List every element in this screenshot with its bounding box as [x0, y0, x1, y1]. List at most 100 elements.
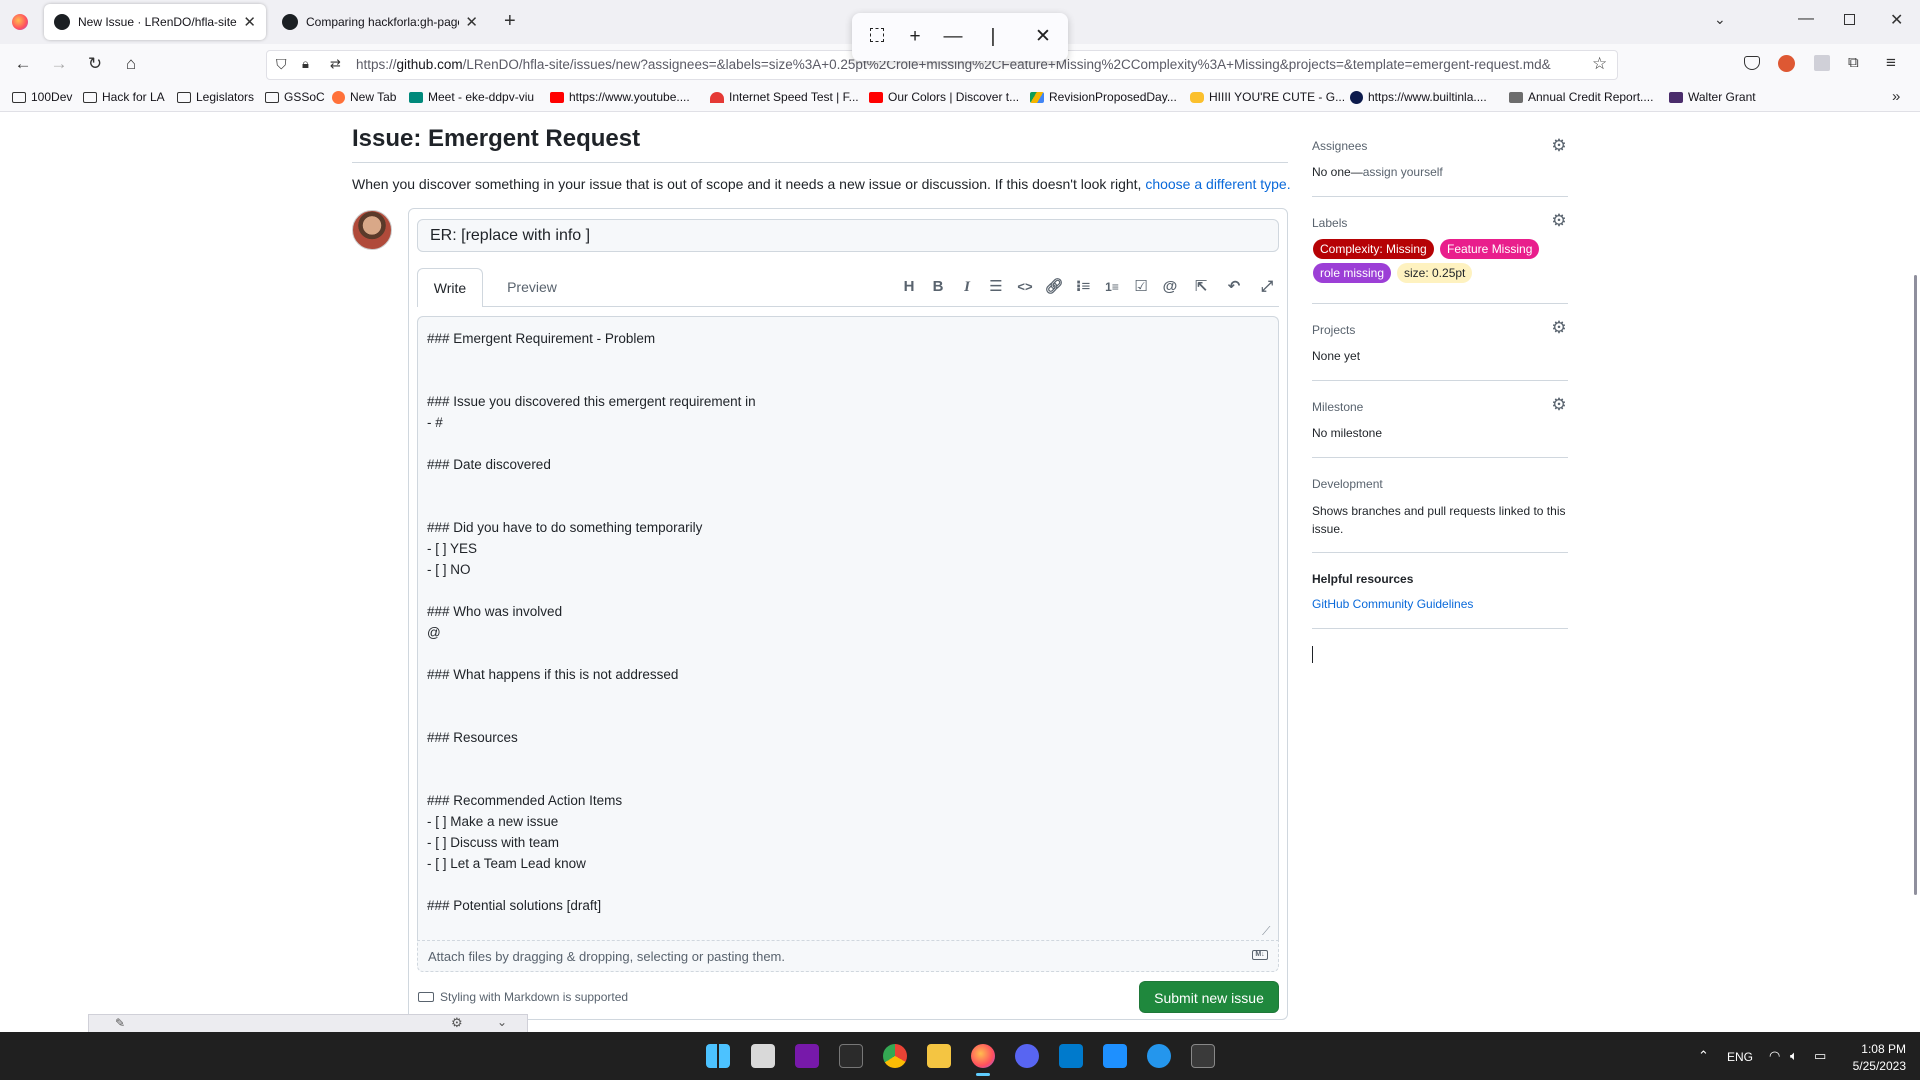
- bookmark-item[interactable]: https://www.youtube....: [550, 90, 690, 104]
- restore-icon[interactable]: [1844, 14, 1855, 25]
- issue-title-input[interactable]: ER: [replace with info ]: [417, 219, 1279, 252]
- numbered-list-icon[interactable]: 1≡: [1102, 277, 1122, 297]
- powershell-icon[interactable]: [1191, 1044, 1215, 1068]
- bookmark-item[interactable]: Hack for LA: [83, 90, 165, 104]
- minus-icon[interactable]: —: [942, 26, 964, 48]
- tab-comparing[interactable]: Comparing hackforla:gh-pages ✕: [272, 4, 488, 40]
- markdown-note[interactable]: Styling with Markdown is supported: [418, 990, 628, 1004]
- bookmark-item[interactable]: RevisionProposedDay...: [1030, 90, 1177, 104]
- link-icon[interactable]: 🔗︎: [1044, 277, 1064, 297]
- fullscreen-icon[interactable]: ⤢: [1257, 277, 1277, 297]
- vscode-icon[interactable]: [1059, 1044, 1083, 1068]
- volume-icon[interactable]: 🔈︎: [1790, 1048, 1798, 1064]
- submit-new-issue-button[interactable]: Submit new issue: [1139, 981, 1279, 1013]
- bookmark-item[interactable]: GSSoC: [265, 90, 325, 104]
- permissions-icon[interactable]: ⇄: [330, 56, 341, 72]
- pin-icon[interactable]: ✎: [115, 1016, 125, 1030]
- bold-icon[interactable]: B: [928, 277, 948, 297]
- bookmark-item[interactable]: New Tab: [332, 90, 396, 104]
- list-tabs-icon[interactable]: ⌄: [1714, 11, 1726, 28]
- bulleted-list-icon[interactable]: ⁝≡: [1073, 277, 1093, 297]
- clock-date[interactable]: 5/25/2023: [1830, 1059, 1906, 1073]
- task-view-icon[interactable]: [751, 1044, 775, 1068]
- label-feature-missing[interactable]: Feature Missing: [1440, 239, 1540, 259]
- home-icon[interactable]: ⌂: [120, 53, 142, 75]
- chevron-down-icon[interactable]: ⌄: [497, 1015, 507, 1029]
- heading-icon[interactable]: H: [899, 277, 919, 297]
- windows-start-icon[interactable]: [706, 1044, 730, 1068]
- chrome-icon[interactable]: [883, 1044, 907, 1068]
- bookmark-item[interactable]: 100Dev: [12, 90, 72, 104]
- plus-icon[interactable]: +: [904, 26, 926, 48]
- assign-yourself-link[interactable]: assign yourself: [1363, 165, 1443, 179]
- bookmark-item[interactable]: HIIII YOU'RE CUTE - G...: [1190, 90, 1345, 104]
- close-icon[interactable]: ✕: [465, 13, 478, 31]
- tab-preview[interactable]: Preview: [497, 268, 567, 307]
- choose-different-type-link[interactable]: choose a different type.: [1145, 176, 1290, 192]
- firefox-menu-icon[interactable]: [12, 14, 28, 30]
- italic-icon[interactable]: I: [957, 277, 977, 297]
- discord-icon[interactable]: [1015, 1044, 1039, 1068]
- gear-icon[interactable]: ⚙: [1550, 319, 1568, 337]
- back-icon[interactable]: ←: [12, 53, 34, 75]
- tab-write[interactable]: Write: [417, 268, 483, 307]
- chevron-up-icon[interactable]: ⌃: [1698, 1048, 1709, 1064]
- file-attachment-area[interactable]: Attach files by dragging & dropping, sel…: [417, 940, 1279, 972]
- forward-icon[interactable]: →: [48, 53, 70, 75]
- extensions-puzzle-icon[interactable]: ⧉: [1848, 54, 1859, 71]
- gear-icon[interactable]: ⚙: [451, 1015, 463, 1031]
- close-icon[interactable]: ✕: [243, 13, 256, 31]
- more-bookmarks-icon[interactable]: »: [1892, 88, 1900, 105]
- bookmark-item[interactable]: Internet Speed Test | F...: [710, 90, 859, 104]
- issue-body-textarea[interactable]: ### Emergent Requirement - Problem ### I…: [417, 316, 1279, 940]
- reply-icon[interactable]: ↶: [1224, 277, 1244, 297]
- youtube-icon: [869, 91, 883, 103]
- code-icon[interactable]: <>: [1015, 277, 1035, 297]
- bookmark-item[interactable]: Meet - eke-ddpv-viu: [409, 90, 534, 104]
- battery-icon[interactable]: ▭: [1814, 1048, 1826, 1064]
- mention-icon[interactable]: @: [1160, 277, 1180, 297]
- divider: [1312, 457, 1568, 458]
- extension-icon[interactable]: [1814, 55, 1830, 71]
- file-explorer-icon[interactable]: [927, 1044, 951, 1068]
- bookmark-item[interactable]: Annual Credit Report....: [1509, 90, 1653, 104]
- firefox-icon[interactable]: [971, 1044, 995, 1068]
- tab-new-issue[interactable]: New Issue · LRenDO/hfla-site ✕: [44, 4, 266, 40]
- task-list-icon[interactable]: ☑: [1131, 277, 1151, 297]
- lock-icon[interactable]: 🔒︎: [302, 56, 309, 72]
- label-size[interactable]: size: 0.25pt: [1397, 263, 1473, 283]
- terminal-icon[interactable]: [839, 1044, 863, 1068]
- shield-icon[interactable]: ⛉: [276, 56, 287, 73]
- bookmark-star-icon[interactable]: ☆: [1592, 54, 1607, 74]
- bookmark-item[interactable]: https://www.builtinla....: [1350, 90, 1487, 104]
- app-menu-icon[interactable]: ≡: [1886, 53, 1896, 73]
- label-complexity-missing[interactable]: Complexity: Missing: [1313, 239, 1434, 259]
- wifi-icon[interactable]: ◠: [1769, 1048, 1780, 1064]
- gear-icon[interactable]: ⚙: [1550, 396, 1568, 414]
- minimize-icon[interactable]: —: [1798, 10, 1814, 28]
- reload-icon[interactable]: ↻: [84, 53, 106, 75]
- bookmark-item[interactable]: Legislators: [177, 90, 254, 104]
- page-scrollbar[interactable]: [1914, 275, 1917, 895]
- label-role-missing[interactable]: role missing: [1313, 263, 1392, 283]
- community-guidelines-link[interactable]: GitHub Community Guidelines: [1312, 597, 1473, 611]
- docker-icon[interactable]: [1147, 1044, 1171, 1068]
- avatar[interactable]: [352, 210, 392, 250]
- notepad-icon[interactable]: [1103, 1044, 1127, 1068]
- close-icon[interactable]: ✕: [1032, 26, 1054, 48]
- helpful-resources-heading: Helpful resources: [1312, 572, 1414, 586]
- resize-handle-icon[interactable]: ⟋: [1262, 924, 1270, 939]
- clock-time[interactable]: 1:08 PM: [1850, 1042, 1906, 1056]
- bookmark-item[interactable]: Our Colors | Discover t...: [869, 90, 1019, 104]
- reference-icon[interactable]: ⇱: [1191, 277, 1211, 297]
- rectangle-select-icon[interactable]: [866, 26, 888, 48]
- language-indicator[interactable]: ENG: [1727, 1050, 1753, 1064]
- onenote-icon[interactable]: [795, 1044, 819, 1068]
- duckduckgo-icon[interactable]: [1778, 55, 1795, 72]
- bookmark-item[interactable]: Walter Grant: [1669, 90, 1756, 104]
- gear-icon[interactable]: ⚙: [1550, 212, 1568, 230]
- close-window-icon[interactable]: ✕: [1890, 10, 1903, 30]
- gear-icon[interactable]: ⚙: [1550, 137, 1568, 155]
- new-tab-icon[interactable]: +: [504, 10, 516, 33]
- quote-icon[interactable]: ☰: [986, 277, 1006, 297]
